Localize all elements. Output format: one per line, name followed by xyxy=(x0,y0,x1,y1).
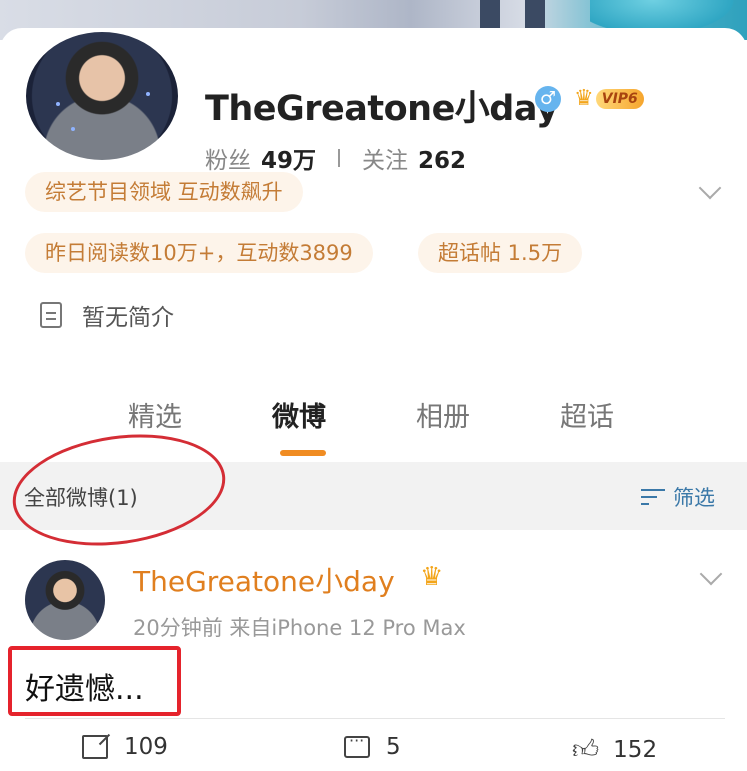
filter-label: 筛选 xyxy=(673,486,715,510)
fans-value: 49万 xyxy=(261,148,317,174)
follow-stat[interactable]: 关注 262 xyxy=(362,141,466,175)
intro-text: 暂无简介 xyxy=(82,305,174,331)
annotation-box xyxy=(8,646,181,716)
tab-supertopic[interactable]: 超话 xyxy=(560,395,614,434)
follow-label: 关注 xyxy=(362,148,409,174)
follow-value: 262 xyxy=(418,148,467,174)
post-author[interactable]: TheGreatone小day xyxy=(133,560,395,600)
comment-button[interactable]: 5 xyxy=(344,731,401,760)
post-avatar[interactable] xyxy=(25,560,105,640)
fans-stat[interactable]: 粉丝 49万 xyxy=(205,141,316,175)
document-icon xyxy=(40,302,62,328)
like-count: 152 xyxy=(613,736,658,763)
thumbs-up-icon: 👍︎ xyxy=(572,735,600,765)
like-button[interactable]: 👍︎ 152 xyxy=(572,734,657,765)
tab-weibo[interactable]: 微博 xyxy=(272,395,326,434)
profile-tag[interactable]: 昨日阅读数10万+，互动数3899 xyxy=(25,233,373,273)
repost-button[interactable]: 109 xyxy=(82,734,168,760)
profile-tag[interactable]: 综艺节目领域 互动数飙升 xyxy=(25,172,303,212)
profile-avatar[interactable] xyxy=(22,28,182,164)
tab-album[interactable]: 相册 xyxy=(416,395,470,434)
male-icon: ♂ xyxy=(535,86,561,112)
repost-count: 109 xyxy=(124,734,168,760)
chevron-down-icon[interactable] xyxy=(698,176,722,200)
filter-button[interactable]: 筛选 xyxy=(641,482,715,512)
vip-label: VIP6 xyxy=(595,89,644,109)
post-divider xyxy=(25,718,725,719)
post-meta: 20分钟前 来自iPhone 12 Pro Max xyxy=(133,616,466,640)
profile-tag[interactable]: 超话帖 1.5万 xyxy=(418,233,583,273)
stats-divider xyxy=(338,149,341,167)
active-tab-indicator xyxy=(280,450,326,456)
profile-stats: 粉丝 49万 关注 262 xyxy=(205,141,466,175)
comment-count: 5 xyxy=(386,734,401,760)
crown-icon: ♛ xyxy=(574,86,594,111)
profile-intro: 暂无简介 xyxy=(40,298,174,332)
comment-icon xyxy=(344,731,370,758)
repost-icon xyxy=(82,735,108,759)
crown-icon: ♛ xyxy=(420,562,444,592)
fans-label: 粉丝 xyxy=(205,148,251,174)
profile-name: TheGreatone小day xyxy=(205,89,559,129)
filter-icon xyxy=(641,486,667,508)
vip-badge[interactable]: ♛ VIP6 xyxy=(574,86,644,112)
tab-featured[interactable]: 精选 xyxy=(128,395,182,434)
